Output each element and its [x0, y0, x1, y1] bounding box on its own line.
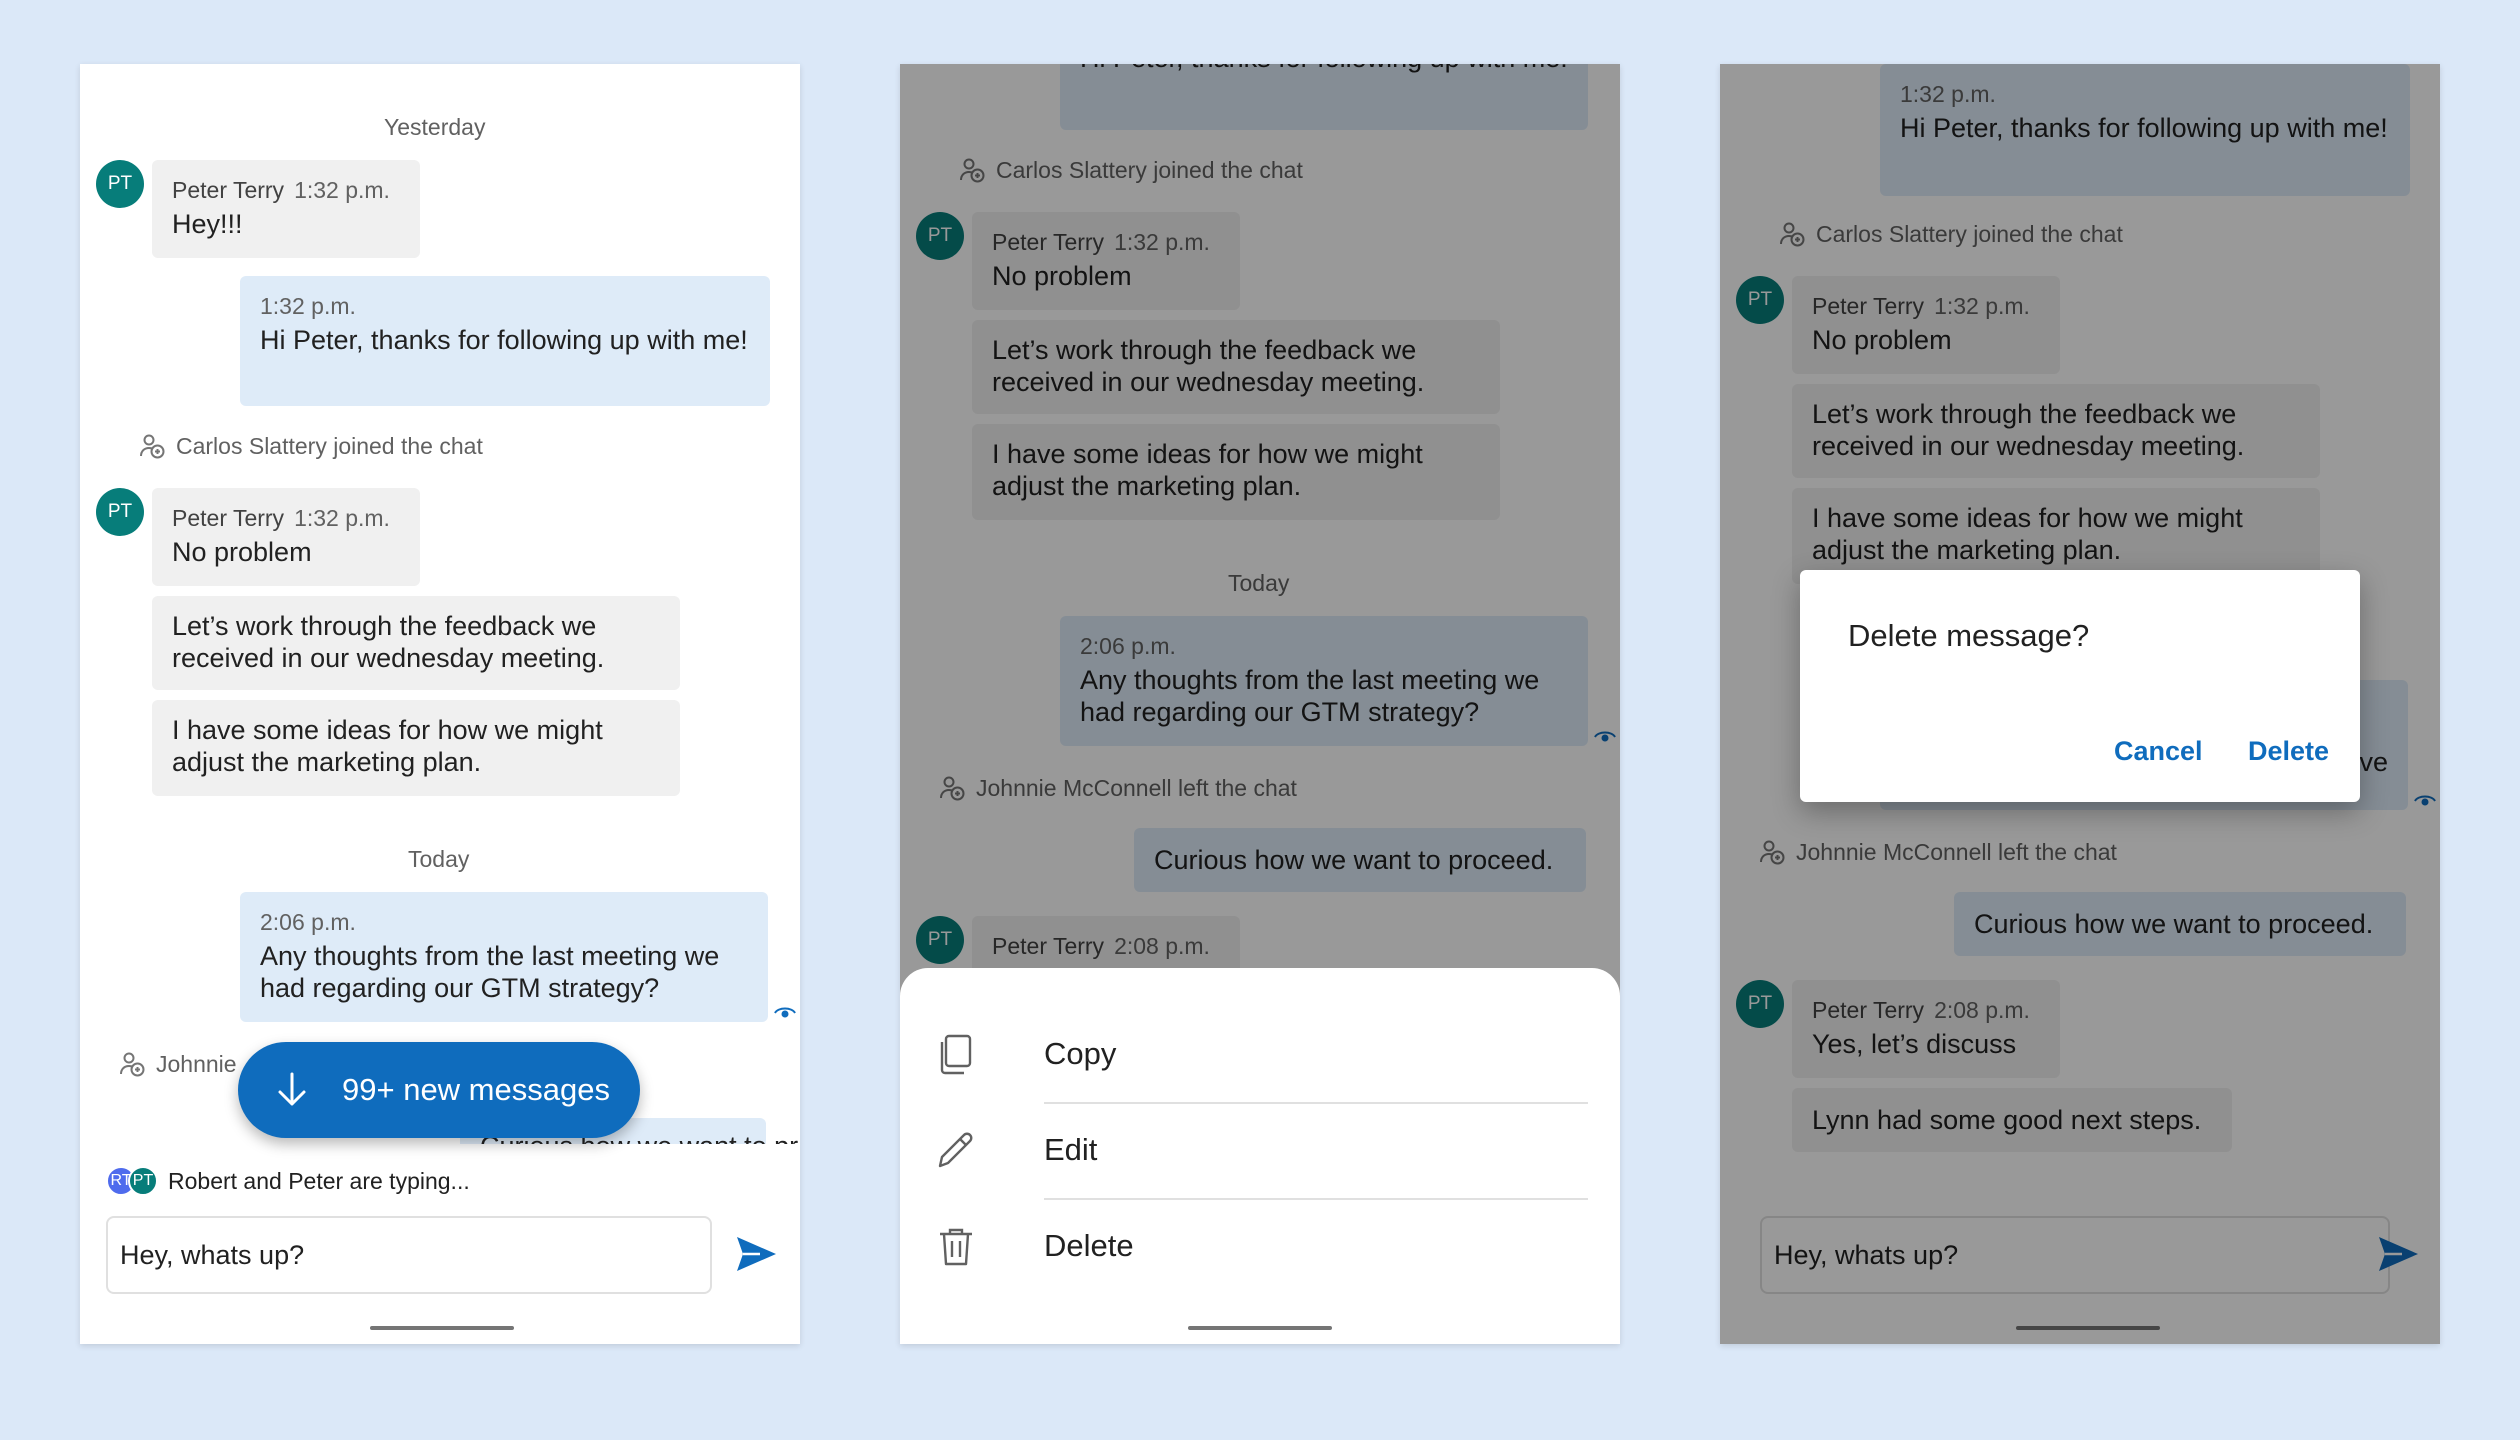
- delete-action[interactable]: Delete: [900, 1198, 1620, 1294]
- message-time: 2:06 p.m.: [260, 909, 356, 935]
- delete-message-dialog: Delete message? Cancel Delete: [1800, 570, 2360, 802]
- copy-label: Copy: [1044, 1036, 1117, 1071]
- message-time: 1:32 p.m.: [294, 505, 390, 531]
- people-left-icon: [118, 1050, 146, 1078]
- typing-indicator: RT PT Robert and Peter are typing...: [106, 1166, 470, 1196]
- send-icon[interactable]: [734, 1232, 778, 1276]
- system-message-joined: Carlos Slattery joined the chat: [138, 432, 483, 460]
- message-text: No problem: [172, 537, 312, 567]
- sender-name: Peter Terry: [172, 505, 285, 531]
- message-text: Hi Peter, thanks for following up with m…: [260, 325, 748, 355]
- message-bubble-outgoing[interactable]: 1:32 p.m. Hi Peter, thanks for following…: [240, 276, 770, 406]
- message-time: 1:32 p.m.: [260, 293, 356, 319]
- system-message-left: Johnnie: [118, 1050, 237, 1078]
- trash-icon: [940, 1228, 972, 1266]
- message-bubble-incoming[interactable]: Let’s work through the feedback we recei…: [152, 596, 680, 690]
- sender-name: Peter Terry: [172, 177, 285, 203]
- chat-screen-message-actions: Hi Peter, thanks for following up with m…: [900, 64, 1620, 1344]
- date-divider-today: Today: [408, 846, 470, 872]
- avatar[interactable]: PT: [96, 488, 144, 536]
- arrow-down-icon: [278, 1072, 306, 1106]
- copy-action[interactable]: Copy: [900, 1006, 1620, 1102]
- edit-action[interactable]: Edit: [900, 1102, 1620, 1198]
- dialog-title: Delete message?: [1848, 618, 2090, 653]
- pencil-icon: [938, 1132, 973, 1168]
- copy-icon: [940, 1034, 972, 1075]
- chat-screen-delete-dialog: 1:32 p.m. Hi Peter, thanks for following…: [1720, 64, 2440, 1344]
- message-bubble-incoming[interactable]: Peter Terry 1:32 p.m. No problem: [152, 488, 420, 586]
- chat-screen-new-messages: Yesterday PT Peter Terry 1:32 p.m. Hey!!!…: [80, 64, 800, 1344]
- home-indicator: [370, 1326, 514, 1330]
- message-text: I have some ideas for how we might adjus…: [172, 715, 603, 777]
- new-messages-label: 99+ new messages: [342, 1072, 610, 1107]
- avatar: PT: [128, 1166, 158, 1196]
- message-actions-sheet: Copy Edit Delete: [900, 968, 1620, 1344]
- home-indicator: [1188, 1326, 1332, 1330]
- date-divider-yesterday: Yesterday: [384, 114, 486, 140]
- message-input[interactable]: Hey, whats up?: [106, 1216, 712, 1294]
- message-input-value: Hey, whats up?: [120, 1239, 305, 1270]
- system-text: Johnnie: [156, 1050, 237, 1077]
- seen-icon: [774, 1004, 796, 1020]
- people-add-icon: [138, 432, 166, 460]
- delete-label: Delete: [1044, 1228, 1134, 1263]
- message-text: Any thoughts from the last meeting we ha…: [260, 941, 720, 1003]
- typing-text: Robert and Peter are typing...: [168, 1167, 470, 1194]
- system-text: Carlos Slattery joined the chat: [176, 432, 483, 459]
- message-bubble-incoming[interactable]: Peter Terry 1:32 p.m. Hey!!!: [152, 160, 420, 258]
- message-bubble-incoming[interactable]: I have some ideas for how we might adjus…: [152, 700, 680, 796]
- cancel-button[interactable]: Cancel: [2114, 736, 2203, 767]
- new-messages-button[interactable]: 99+ new messages: [238, 1042, 640, 1138]
- message-text: Hey!!!: [172, 209, 243, 239]
- avatar[interactable]: PT: [96, 160, 144, 208]
- message-text: Let’s work through the feedback we recei…: [172, 611, 605, 673]
- message-time: 1:32 p.m.: [294, 177, 390, 203]
- message-bubble-outgoing[interactable]: 2:06 p.m. Any thoughts from the last mee…: [240, 892, 768, 1022]
- delete-button[interactable]: Delete: [2248, 736, 2329, 767]
- edit-label: Edit: [1044, 1132, 1098, 1167]
